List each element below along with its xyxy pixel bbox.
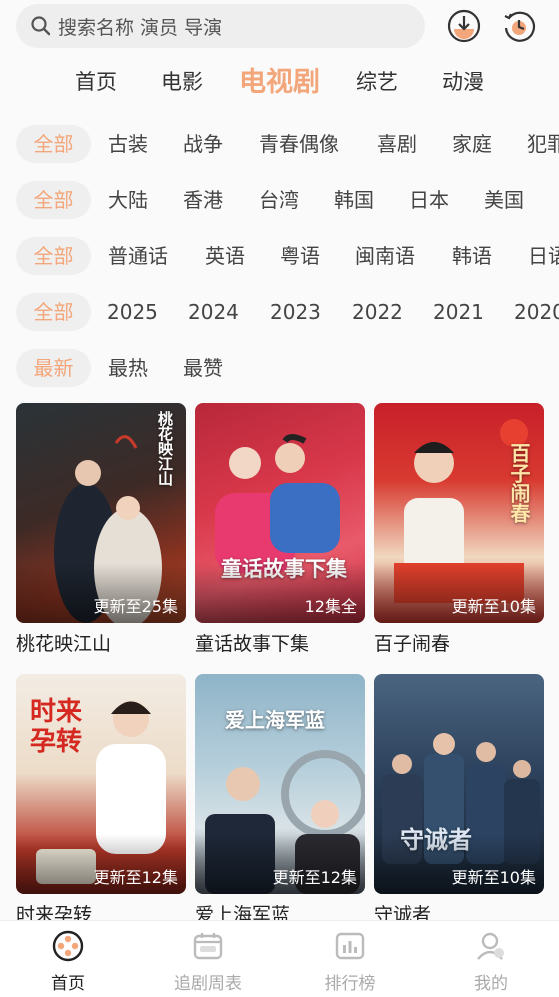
filter-chip-all[interactable]: 全部: [16, 237, 91, 275]
show-card[interactable]: 爱上海军蓝 更新至12集 爱上海军蓝: [195, 674, 365, 927]
sort-chip-most-liked[interactable]: 最赞: [183, 349, 223, 387]
chart-icon: [335, 932, 365, 960]
filter-chip[interactable]: 家庭: [452, 125, 492, 163]
poster-image: 童话故事下集 12集全: [195, 403, 365, 623]
filter-row-sort: 最新 最热 最赞: [0, 349, 559, 389]
nav-ranking[interactable]: 排行榜: [295, 929, 405, 994]
filter-chip[interactable]: 战争: [183, 125, 223, 163]
episode-status: 更新至10集: [451, 597, 536, 616]
filter-chip-all[interactable]: 全部: [16, 125, 91, 163]
filter-chip[interactable]: 英语: [205, 237, 245, 275]
filter-row-year: 全部 2025 2024 2023 2022 2021 2020: [0, 293, 559, 333]
history-icon[interactable]: [501, 8, 537, 44]
filter-chip[interactable]: 犯罪: [527, 125, 559, 163]
filter-chip[interactable]: 大陆: [108, 181, 148, 219]
tab-movies[interactable]: 电影: [161, 66, 203, 96]
nav-weekly-schedule[interactable]: 追剧周表: [153, 929, 263, 994]
filter-chip[interactable]: 闽南语: [355, 237, 415, 275]
filter-row-language: 全部 普通话 英语 粤语 闽南语 韩语 日语: [0, 237, 559, 277]
tab-tv-series[interactable]: 电视剧: [239, 60, 320, 99]
episode-status: 12集全: [304, 597, 357, 616]
filter-chip-all[interactable]: 全部: [16, 181, 91, 219]
show-card[interactable]: 童话故事下集 12集全 童话故事下集: [195, 403, 365, 656]
episode-status: 更新至12集: [93, 868, 178, 887]
show-title: 桃花映江山: [16, 633, 112, 655]
film-reel-icon: [52, 930, 84, 962]
show-title: 童话故事下集: [195, 633, 310, 655]
show-card[interactable]: 百子闹春 更新至10集 百子闹春: [374, 403, 544, 656]
nav-label: 排行榜: [324, 974, 376, 994]
show-title: 百子闹春: [374, 633, 451, 655]
episode-status: 更新至10集: [451, 868, 536, 887]
show-card[interactable]: 守诚者 更新至10集 守诚者: [374, 674, 544, 927]
nav-profile[interactable]: 我的: [436, 929, 546, 994]
tab-anime[interactable]: 动漫: [442, 66, 484, 96]
poster-image: 爱上海军蓝 更新至12集: [195, 674, 365, 894]
filter-chip[interactable]: 香港: [183, 181, 223, 219]
show-card[interactable]: 桃花映江山 更新至25集 桃花映江山: [16, 403, 186, 656]
calendar-icon: [193, 933, 223, 960]
tab-home[interactable]: 首页: [75, 66, 117, 96]
filter-chip[interactable]: 2020: [514, 293, 559, 331]
main-tabs: 首页 电影 电视剧 综艺 动漫: [0, 58, 559, 104]
poster-image: 时来孕转 更新至12集: [16, 674, 186, 894]
filter-chip[interactable]: 普通话: [108, 237, 168, 275]
nav-label: 追剧周表: [174, 974, 242, 994]
download-icon[interactable]: [446, 8, 482, 44]
tab-variety[interactable]: 综艺: [356, 66, 398, 96]
filter-row-region: 全部 大陆 香港 台湾 韩国 日本 美国: [0, 181, 559, 221]
nav-label: 我的: [474, 974, 508, 994]
filter-chip[interactable]: 日语: [528, 237, 559, 275]
nav-label: 首页: [51, 974, 85, 994]
filter-chip-all[interactable]: 全部: [16, 293, 91, 331]
sort-chip-hottest[interactable]: 最热: [108, 349, 148, 387]
filter-row-genre: 全部 古装 战争 青春偶像 喜剧 家庭 犯罪: [0, 125, 559, 165]
filter-chip[interactable]: 喜剧: [377, 125, 417, 163]
filter-chip[interactable]: 韩语: [452, 237, 492, 275]
poster-title: 爱上海军蓝: [225, 708, 325, 732]
filter-chip[interactable]: 美国: [484, 181, 524, 219]
poster-image: 百子闹春 更新至10集: [374, 403, 544, 623]
poster-title: 百子闹春: [507, 443, 531, 523]
search-icon: [31, 16, 51, 36]
search-input[interactable]: 搜索名称 演员 导演: [58, 13, 222, 40]
poster-title: 桃花映江山: [156, 411, 174, 486]
filter-chip[interactable]: 2022: [352, 293, 403, 331]
episode-status: 更新至25集: [93, 597, 178, 616]
poster-image: 桃花映江山 更新至25集: [16, 403, 186, 623]
filter-chip[interactable]: 古装: [108, 125, 148, 163]
filter-chip[interactable]: 2023: [270, 293, 321, 331]
filter-chip[interactable]: 韩国: [334, 181, 374, 219]
filter-chip[interactable]: 青春偶像: [259, 125, 339, 163]
filter-chip[interactable]: 台湾: [259, 181, 299, 219]
sort-chip-newest[interactable]: 最新: [16, 349, 91, 387]
bottom-nav: 首页 追剧周表 排行榜 我的: [0, 920, 559, 997]
nav-home[interactable]: 首页: [13, 929, 123, 994]
search-bar[interactable]: 搜索名称 演员 导演: [16, 4, 425, 48]
filter-chip[interactable]: 2025: [107, 293, 158, 331]
filter-chip[interactable]: 2024: [188, 293, 239, 331]
filter-chip[interactable]: 2021: [433, 293, 484, 331]
episode-status: 更新至12集: [272, 868, 357, 887]
user-icon: [477, 932, 504, 960]
filter-chip[interactable]: 粤语: [280, 237, 320, 275]
filter-chip[interactable]: 日本: [409, 181, 449, 219]
poster-title: 时来孕转: [30, 697, 83, 757]
show-card[interactable]: 时来孕转 更新至12集 时来孕转: [16, 674, 186, 927]
poster-image: 守诚者 更新至10集: [374, 674, 544, 894]
